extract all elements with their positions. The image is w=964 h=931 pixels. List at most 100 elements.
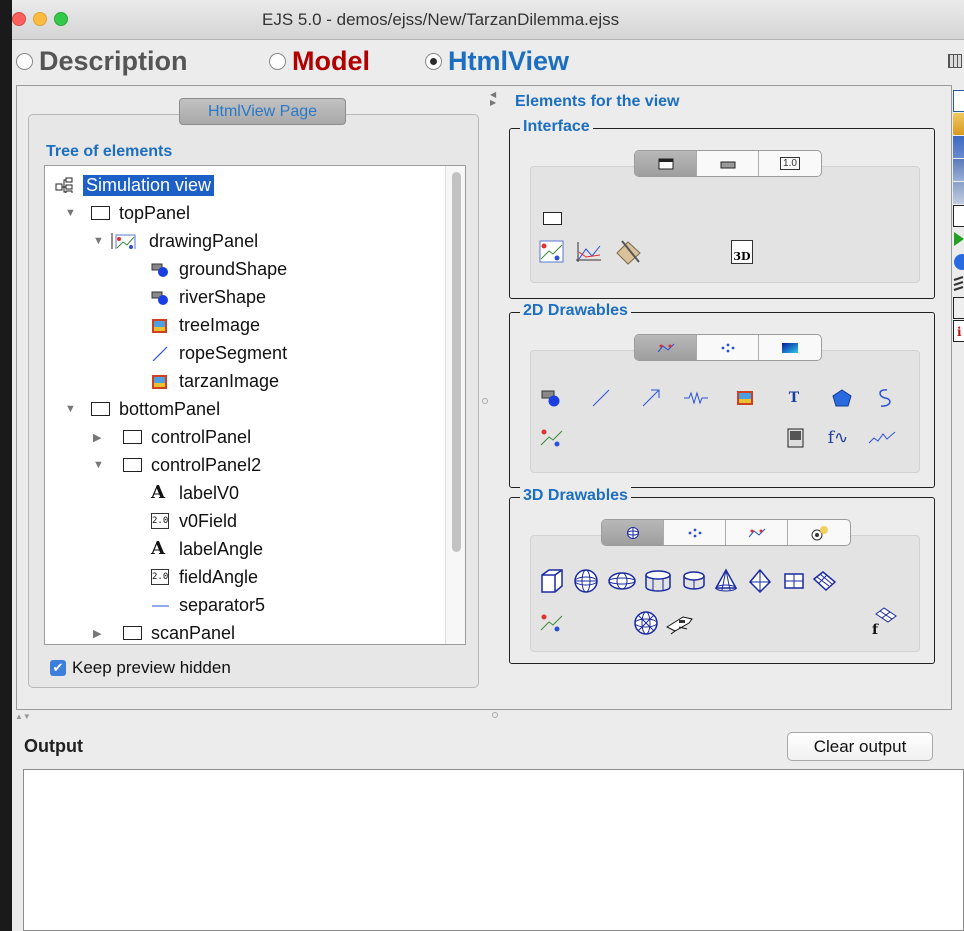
tree-node-separator5[interactable]: separator5 xyxy=(151,592,265,618)
expanded-triangle-icon[interactable]: ▼ xyxy=(93,235,107,247)
collapsed-triangle-icon[interactable]: ▶ xyxy=(93,627,107,640)
open-web-icon[interactable] xyxy=(953,136,964,158)
tab-fields-2d[interactable] xyxy=(759,335,821,360)
tree-node-scanpanel[interactable]: ▶ scanPanel xyxy=(93,620,235,644)
tab-sets-3d[interactable] xyxy=(664,520,726,545)
clear-output-button[interactable]: Clear output xyxy=(787,732,933,761)
plane-element[interactable] xyxy=(779,566,809,596)
panel-3d-element[interactable]: 3D xyxy=(727,237,757,267)
tree-node-labelv0[interactable]: A labelV0 xyxy=(151,480,239,506)
sphere-mesh-icon xyxy=(634,611,658,635)
tree-node-v0field[interactable]: 2.0 v0Field xyxy=(151,508,237,534)
tab-light-3d[interactable] xyxy=(788,520,850,545)
element-tree[interactable]: Simulation view ▼ topPanel ▼ drawingPane… xyxy=(44,165,466,645)
layout-grid-icon[interactable] xyxy=(948,54,962,68)
tree-node-ropesegment[interactable]: ropeSegment xyxy=(151,340,287,366)
stack-icon[interactable] xyxy=(953,274,964,296)
tree-node-rivershape[interactable]: riverShape xyxy=(151,284,266,310)
split-divider[interactable]: ▲▼ xyxy=(12,710,964,724)
mode-model[interactable]: Model xyxy=(269,46,370,77)
trace-element[interactable] xyxy=(867,423,897,453)
tree-node-bottompanel[interactable]: ▼ bottomPanel xyxy=(65,396,220,422)
globe-icon[interactable] xyxy=(953,251,964,273)
drawing-panel-element[interactable] xyxy=(537,237,567,267)
pyramid-element[interactable] xyxy=(745,566,775,596)
tab-buttons[interactable] xyxy=(697,151,759,176)
tree-node-drawingpanel[interactable]: ▼ drawingPanel xyxy=(93,228,258,254)
tree-node-simulation-view[interactable]: Simulation view xyxy=(55,172,215,198)
tree-scrollbar[interactable] xyxy=(445,166,465,644)
image-element[interactable] xyxy=(731,383,761,413)
expanded-triangle-icon[interactable]: ▼ xyxy=(65,207,79,219)
spring-element[interactable] xyxy=(681,383,711,413)
plotting-panel-element[interactable] xyxy=(573,237,603,267)
arrow-element[interactable] xyxy=(636,383,666,413)
output-textarea[interactable] xyxy=(23,769,964,931)
collapse-arrows-icon[interactable]: ▲▼ xyxy=(15,712,31,721)
keep-preview-hidden-checkbox[interactable]: ✔ Keep preview hidden xyxy=(50,658,231,678)
tree-node-label: Simulation view xyxy=(83,174,215,196)
open-folder-icon[interactable] xyxy=(953,113,964,135)
tab-sets-2d[interactable] xyxy=(697,335,759,360)
split-arrows-icon[interactable]: ◀ ▶ xyxy=(490,91,496,107)
tank-element[interactable] xyxy=(679,566,709,596)
split-handle-icon[interactable] xyxy=(492,712,498,718)
shuttle-icon xyxy=(665,616,693,635)
tree-node-label: riverShape xyxy=(179,286,267,307)
tree-node-tarzanimage[interactable]: tarzanImage xyxy=(151,368,279,394)
window-icon xyxy=(658,158,673,169)
analytic-surface-icon: f xyxy=(872,607,897,636)
tab-windows[interactable] xyxy=(635,151,697,176)
shuttle-element[interactable] xyxy=(665,608,695,638)
search-file-icon[interactable] xyxy=(953,205,964,227)
mode-htmlview[interactable]: HtmlView xyxy=(425,46,569,77)
save-as-icon[interactable] xyxy=(953,182,964,204)
options-icon[interactable] xyxy=(953,297,964,319)
box-element[interactable] xyxy=(537,566,567,596)
analytic-curve-element[interactable]: f∿ xyxy=(823,423,853,453)
tree-node-toppanel[interactable]: ▼ topPanel xyxy=(65,200,190,226)
cylinder-element[interactable] xyxy=(643,566,673,596)
expanded-triangle-icon[interactable]: ▼ xyxy=(93,459,107,471)
tab-basic-2d[interactable] xyxy=(635,335,697,360)
sphere-element[interactable] xyxy=(571,566,601,596)
expanded-triangle-icon[interactable]: ▼ xyxy=(65,403,79,415)
tree-node-treeimage[interactable]: treeImage xyxy=(151,312,260,338)
tree-node-controlpanel[interactable]: ▶ controlPanel xyxy=(93,424,251,450)
wrapped-panel-element[interactable] xyxy=(613,237,643,267)
new-file-icon[interactable] xyxy=(953,90,964,112)
collapsed-triangle-icon[interactable]: ▶ xyxy=(93,431,107,444)
tab-other-3d[interactable] xyxy=(726,520,788,545)
scatter-line-icon xyxy=(657,343,674,352)
tree-node-groundshape[interactable]: groundShape xyxy=(151,256,287,282)
surface-element[interactable] xyxy=(809,566,839,596)
tree-node-labelangle[interactable]: A labelAngle xyxy=(151,536,263,562)
info-icon[interactable]: i xyxy=(953,320,964,342)
segment-element[interactable] xyxy=(586,383,616,413)
tab-fields[interactable]: 1.0 xyxy=(759,151,821,176)
polygon-element[interactable] xyxy=(827,383,857,413)
close-window-button[interactable] xyxy=(12,12,26,26)
group-element[interactable] xyxy=(537,423,567,453)
ellipsoid-element[interactable] xyxy=(607,566,637,596)
panel-element[interactable] xyxy=(537,203,567,233)
tab-basic-3d[interactable] xyxy=(602,520,664,545)
tree-scrollbar-thumb[interactable] xyxy=(452,172,461,552)
trail-element[interactable] xyxy=(869,383,899,413)
zoom-window-button[interactable] xyxy=(54,12,68,26)
text-element[interactable]: T xyxy=(779,383,809,413)
htmlview-page-tab[interactable]: HtmlView Page xyxy=(179,98,346,125)
minimize-window-button[interactable] xyxy=(33,12,47,26)
spherical-element[interactable] xyxy=(631,608,661,638)
mode-description[interactable]: Description xyxy=(16,46,188,77)
split-handle-icon[interactable] xyxy=(482,398,488,404)
run-icon[interactable] xyxy=(953,228,964,250)
cone-element[interactable] xyxy=(711,566,741,596)
tree-node-controlpanel2[interactable]: ▼ controlPanel2 xyxy=(93,452,261,478)
canvas-element[interactable] xyxy=(781,423,811,453)
analytic-surface-element[interactable]: f xyxy=(869,606,899,636)
shape-element[interactable] xyxy=(537,383,567,413)
group-3d-element[interactable] xyxy=(537,608,567,638)
tree-node-fieldangle[interactable]: 2.0 fieldAngle xyxy=(151,564,258,590)
save-icon[interactable] xyxy=(953,159,964,181)
